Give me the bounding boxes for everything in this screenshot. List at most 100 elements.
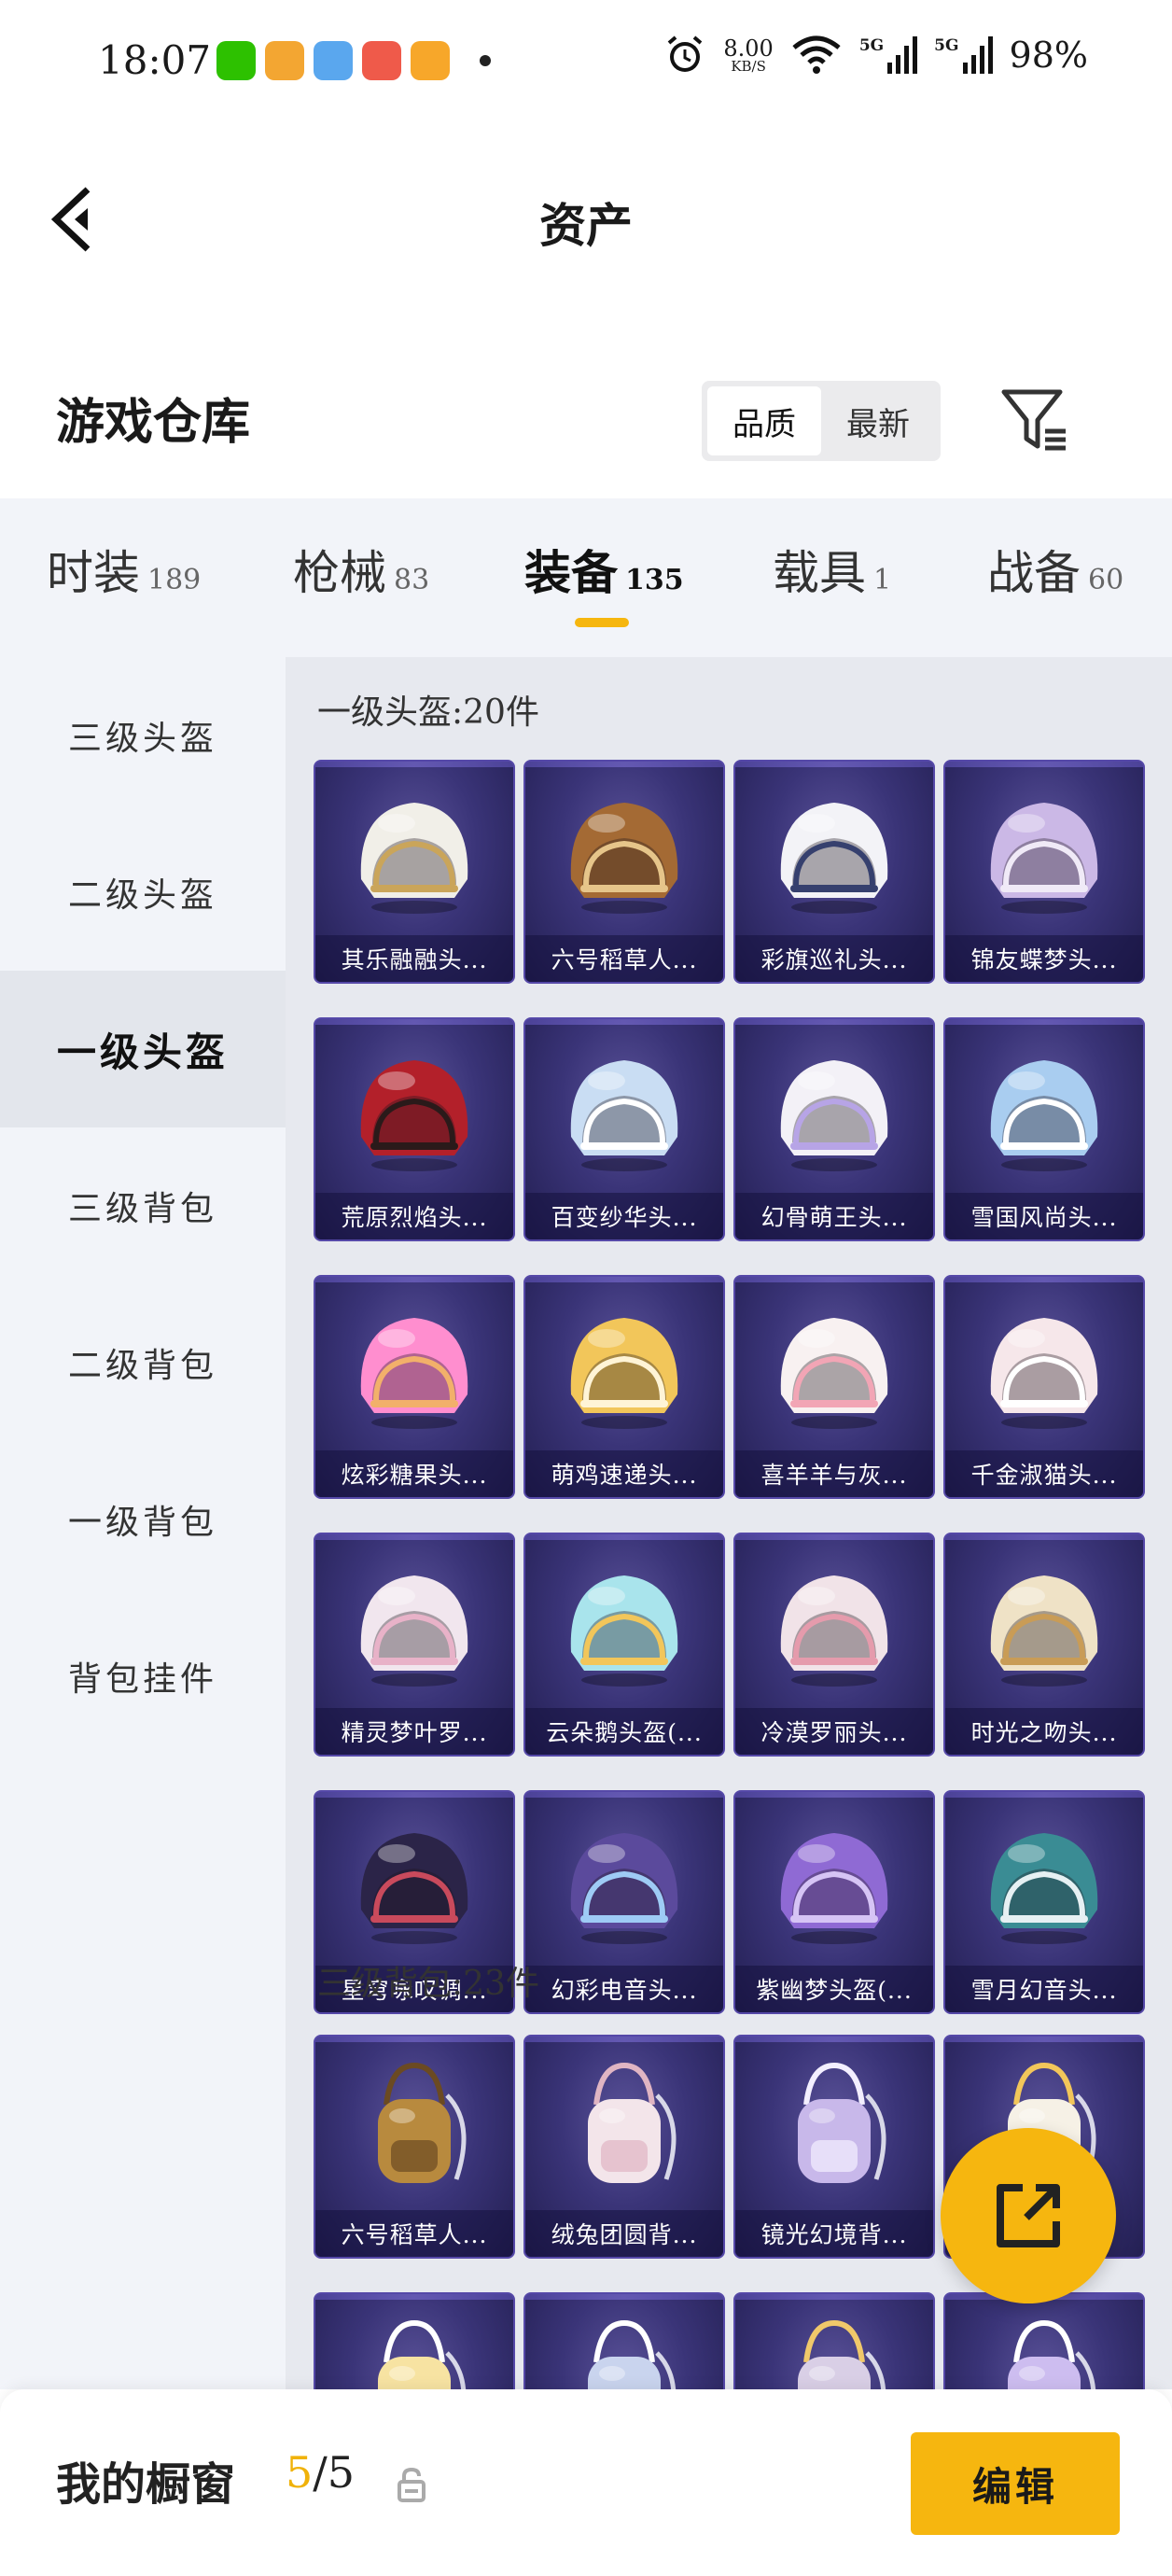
- helmet-image: [554, 1561, 694, 1695]
- helmet-image: [344, 1561, 484, 1695]
- sidebar-item-level2-helmet[interactable]: 二级头盔: [0, 814, 286, 971]
- oppo-app-icon: [362, 41, 401, 80]
- status-bar: 18:07 8.00 KB/S 5G 5G 98%: [0, 0, 1172, 131]
- showcase-max: 5: [327, 2447, 356, 2498]
- helmet-image: [974, 1818, 1114, 1953]
- sort-newest[interactable]: 最新: [821, 386, 935, 455]
- helmet-item-card[interactable]: 其乐融融头...: [314, 760, 515, 984]
- backpack-item-card[interactable]: [943, 2292, 1145, 2389]
- signal-bars-icon: [962, 36, 993, 74]
- tab-equipment[interactable]: 装备 135: [524, 536, 684, 603]
- battery-level: 98%: [1009, 35, 1088, 76]
- helmet-image: [554, 1818, 694, 1953]
- helmet-item-card[interactable]: 雪国风尚头...: [943, 1017, 1145, 1241]
- helmet-item-card[interactable]: 百变纱华头...: [523, 1017, 725, 1241]
- item-label: 锦友蝶梦头...: [945, 935, 1143, 982]
- sidebar-item-level2-backpack[interactable]: 二级背包: [0, 1284, 286, 1441]
- signal-sim2: 5G: [934, 36, 993, 74]
- tab-weapons[interactable]: 枪械 83: [293, 536, 429, 603]
- helmet-item-card[interactable]: 紫幽梦头盔(...: [733, 1790, 935, 2014]
- item-label: 炫彩糖果头...: [315, 1450, 513, 1497]
- section-title: 三级背包:23件: [317, 1965, 539, 2003]
- backpack-image: [764, 2058, 904, 2202]
- showcase-title: 我的橱窗: [56, 2458, 236, 2511]
- tab-count: 135: [625, 564, 684, 596]
- warehouse-title: 游戏仓库: [56, 394, 251, 451]
- helmet-item-card[interactable]: 锦友蝶梦头...: [943, 760, 1145, 984]
- backpack-image: [764, 2316, 904, 2389]
- helmet-image: [974, 1045, 1114, 1180]
- helmet-item-card[interactable]: 炫彩糖果头...: [314, 1275, 515, 1499]
- sidebar-item-backpack-charm[interactable]: 背包挂件: [0, 1598, 286, 1755]
- sidebar-item-level1-helmet[interactable]: 一级头盔: [0, 971, 286, 1127]
- item-label: 六号稻草人...: [525, 935, 723, 982]
- helmet-item-card[interactable]: 喜羊羊与灰...: [733, 1275, 935, 1499]
- tab-name: 时装: [47, 546, 140, 600]
- backpack-item-card[interactable]: 六号稻草人...: [314, 2035, 515, 2259]
- wechat-icon: [216, 41, 256, 80]
- title-bar: 资产: [0, 149, 1172, 289]
- filter-button[interactable]: [998, 385, 1069, 455]
- notification-icons: [216, 41, 491, 80]
- sort-quality[interactable]: 品质: [707, 386, 821, 455]
- backpack-item-card[interactable]: 镜光幻境背...: [733, 2035, 935, 2259]
- helmet-item-card[interactable]: 萌鸡速递头...: [523, 1275, 725, 1499]
- helmet-image: [764, 1045, 904, 1180]
- helmet-image: [764, 1303, 904, 1437]
- tab-fashion[interactable]: 时装 189: [47, 536, 201, 603]
- item-label: 六号稻草人...: [315, 2210, 513, 2257]
- tab-supplies[interactable]: 战备 60: [987, 536, 1123, 603]
- tab-name: 装备: [524, 545, 618, 600]
- helmet-item-card[interactable]: 荒原烈焰头...: [314, 1017, 515, 1241]
- helmet-item-card[interactable]: 冷漠罗丽头...: [733, 1533, 935, 1757]
- helmet-item-card[interactable]: 精灵梦叶罗...: [314, 1533, 515, 1757]
- backpack-item-card[interactable]: [733, 2292, 935, 2389]
- tab-count: 189: [147, 564, 202, 596]
- tab-count: 1: [873, 564, 892, 596]
- helmet-image: [764, 1561, 904, 1695]
- net-speed-value: 8.00: [723, 35, 774, 62]
- tab-name: 载具: [773, 546, 866, 600]
- backpack-item-card[interactable]: [314, 2292, 515, 2389]
- backpack-image: [974, 2316, 1114, 2389]
- sidebar-item-level3-helmet[interactable]: 三级头盔: [0, 657, 286, 814]
- active-tab-indicator: [575, 618, 629, 627]
- sidebar-item-level1-backpack[interactable]: 一级背包: [0, 1441, 286, 1598]
- helmet-image: [554, 1303, 694, 1437]
- tab-count: 83: [394, 564, 430, 596]
- status-right: 8.00 KB/S 5G 5G 98%: [663, 34, 1088, 77]
- backpack-image: [554, 2316, 694, 2389]
- sim1-network-tag: 5G: [858, 36, 885, 55]
- item-label: 精灵梦叶罗...: [315, 1708, 513, 1755]
- category-tabs: 时装 189 枪械 83 装备 135 载具 1 战备 60: [0, 498, 1172, 657]
- helmet-item-card[interactable]: 幻骨萌王头...: [733, 1017, 935, 1241]
- item-label: 荒原烈焰头...: [315, 1193, 513, 1239]
- helmet-image: [344, 788, 484, 922]
- share-icon: [997, 2184, 1060, 2247]
- helmet-item-card[interactable]: 幻彩电音头...: [523, 1790, 725, 2014]
- backpack-item-card[interactable]: 绒兔团圆背...: [523, 2035, 725, 2259]
- item-label: 绒兔团圆背...: [525, 2210, 723, 2257]
- helmet-image: [344, 1045, 484, 1180]
- backpack-item-card[interactable]: [523, 2292, 725, 2389]
- signal-bars-icon: [887, 36, 918, 74]
- status-time: 18:07: [98, 37, 212, 83]
- sidebar-item-level3-backpack[interactable]: 三级背包: [0, 1127, 286, 1284]
- helmet-item-card[interactable]: 云朵鹅头盔(...: [523, 1533, 725, 1757]
- backpack-image: [344, 2058, 484, 2202]
- share-button[interactable]: [941, 2128, 1116, 2303]
- helmet-item-card[interactable]: 时光之吻头...: [943, 1533, 1145, 1757]
- helmet-item-card[interactable]: 千金淑猫头...: [943, 1275, 1145, 1499]
- showcase-count: 5/5: [286, 2447, 355, 2498]
- helmet-item-card[interactable]: 六号稻草人...: [523, 760, 725, 984]
- edit-button[interactable]: 编辑: [911, 2432, 1120, 2535]
- showcase-bar: 我的橱窗 5/5 编辑: [0, 2389, 1172, 2576]
- gallery-icon: [314, 41, 353, 80]
- helmet-image: [974, 1303, 1114, 1437]
- item-label: 紫幽梦头盔(...: [735, 1966, 933, 2012]
- page-title: 资产: [539, 198, 633, 253]
- helmet-item-card[interactable]: 彩旗巡礼头...: [733, 760, 935, 984]
- showcase-current: 5: [286, 2447, 314, 2498]
- tab-vehicles[interactable]: 载具 1: [773, 536, 891, 603]
- helmet-item-card[interactable]: 雪月幻音头...: [943, 1790, 1145, 2014]
